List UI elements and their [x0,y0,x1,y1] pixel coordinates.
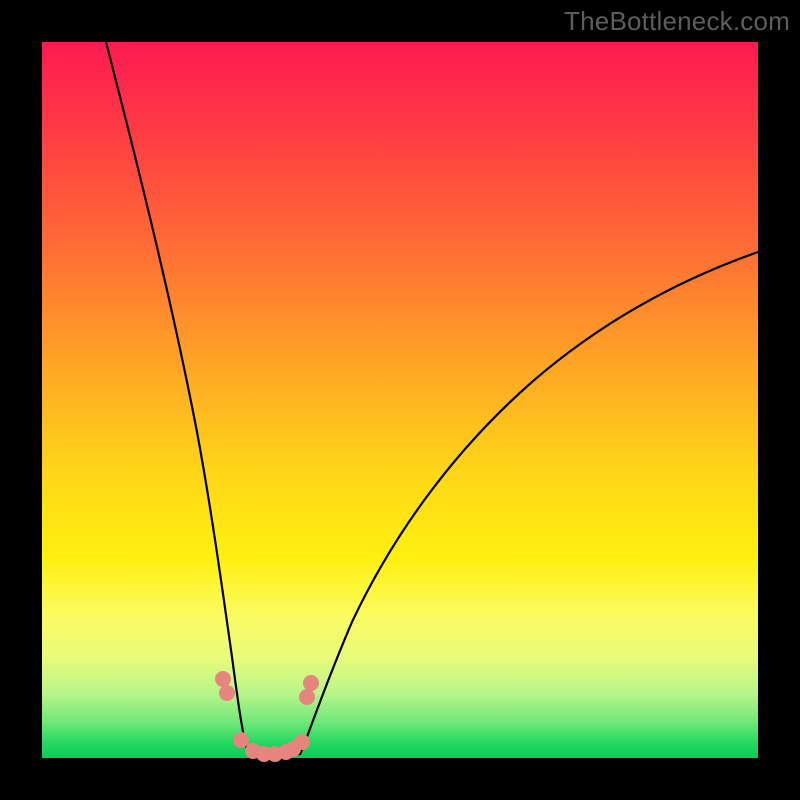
marker-dot [303,675,319,691]
plot-area [42,42,758,758]
marker-dot [233,732,249,748]
chart-frame: TheBottleneck.com [0,0,800,800]
marker-dot [215,671,231,687]
curve-left-branch [106,42,248,754]
watermark-text: TheBottleneck.com [564,6,790,37]
marker-dot [219,685,235,701]
marker-dot [294,734,310,750]
marker-dot [299,689,315,705]
curve-layer [42,42,758,758]
curve-right-branch [300,252,758,754]
marker-group [215,671,319,762]
